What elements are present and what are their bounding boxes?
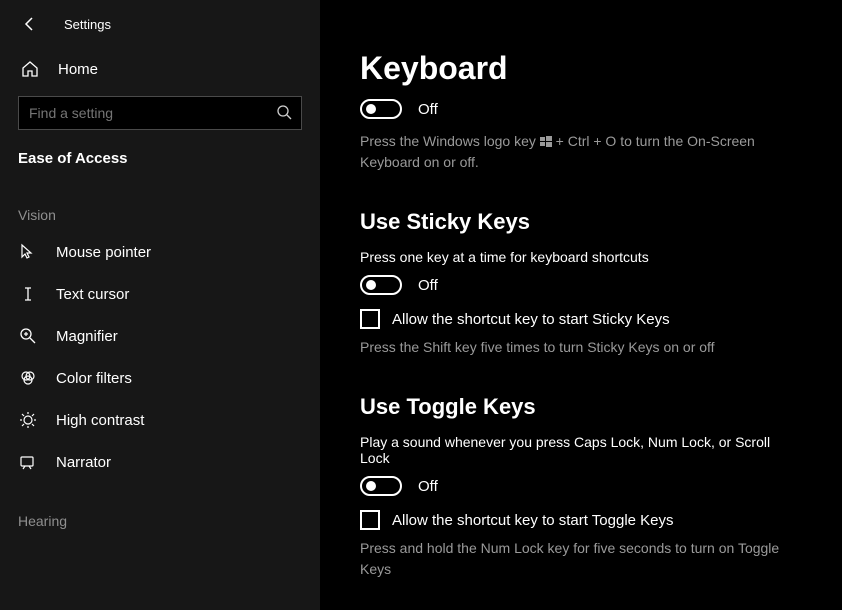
home-icon	[20, 60, 40, 78]
search-input[interactable]	[18, 96, 302, 130]
sticky-keys-shortcut-checkbox[interactable]	[360, 309, 380, 329]
windows-key-icon	[540, 136, 552, 148]
toggle-keys-shortcut-checkbox[interactable]	[360, 510, 380, 530]
sticky-keys-hint: Press the Shift key five times to turn S…	[360, 337, 780, 358]
sidebar-item-label: Narrator	[56, 454, 111, 471]
search-box	[18, 96, 302, 130]
text-cursor-icon	[18, 285, 38, 303]
toggle-keys-heading: Use Toggle Keys	[360, 394, 802, 420]
sticky-keys-desc: Press one key at a time for keyboard sho…	[360, 249, 802, 265]
titlebar: Settings	[0, 0, 320, 48]
sidebar-home[interactable]: Home	[0, 48, 320, 90]
sidebar-home-label: Home	[58, 61, 98, 78]
breadcrumb: Ease of Access	[0, 130, 320, 177]
back-button[interactable]	[20, 14, 40, 34]
color-filters-icon	[18, 369, 38, 387]
high-contrast-icon	[18, 411, 38, 429]
magnifier-icon	[18, 327, 38, 345]
sidebar-item-magnifier[interactable]: Magnifier	[0, 315, 320, 357]
sidebar-item-label: Magnifier	[56, 328, 118, 345]
page-title: Keyboard	[360, 50, 802, 87]
sidebar-item-mouse-pointer[interactable]: Mouse pointer	[0, 231, 320, 273]
toggle-keys-toggle[interactable]	[360, 476, 402, 496]
onscreen-keyboard-hint: Press the Windows logo key + Ctrl + O to…	[360, 131, 780, 173]
sidebar-item-narrator[interactable]: Narrator	[0, 441, 320, 483]
sidebar-item-text-cursor[interactable]: Text cursor	[0, 273, 320, 315]
sidebar-item-high-contrast[interactable]: High contrast	[0, 399, 320, 441]
sticky-keys-heading: Use Sticky Keys	[360, 209, 802, 235]
search-icon	[276, 104, 292, 120]
onscreen-keyboard-toggle-state: Off	[418, 101, 438, 118]
sidebar: Settings Home Ease of Access Vision Mous…	[0, 0, 320, 610]
sticky-keys-shortcut-label: Allow the shortcut key to start Sticky K…	[392, 311, 670, 328]
toggle-keys-shortcut-label: Allow the shortcut key to start Toggle K…	[392, 512, 674, 529]
onscreen-keyboard-toggle[interactable]	[360, 99, 402, 119]
section-label-vision: Vision	[0, 177, 320, 231]
toggle-keys-toggle-state: Off	[418, 478, 438, 495]
sidebar-item-label: Mouse pointer	[56, 244, 151, 261]
mouse-pointer-icon	[18, 243, 38, 261]
toggle-keys-hint: Press and hold the Num Lock key for five…	[360, 538, 780, 580]
toggle-keys-desc: Play a sound whenever you press Caps Loc…	[360, 434, 802, 466]
narrator-icon	[18, 453, 38, 471]
sidebar-item-color-filters[interactable]: Color filters	[0, 357, 320, 399]
sidebar-item-label: Text cursor	[56, 286, 129, 303]
content-pane: Keyboard Off Press the Windows logo key …	[320, 0, 842, 610]
sticky-keys-toggle-state: Off	[418, 277, 438, 294]
sidebar-item-label: Color filters	[56, 370, 132, 387]
sidebar-item-label: High contrast	[56, 412, 144, 429]
sticky-keys-toggle[interactable]	[360, 275, 402, 295]
window-title: Settings	[64, 17, 111, 32]
section-label-hearing: Hearing	[0, 483, 320, 537]
